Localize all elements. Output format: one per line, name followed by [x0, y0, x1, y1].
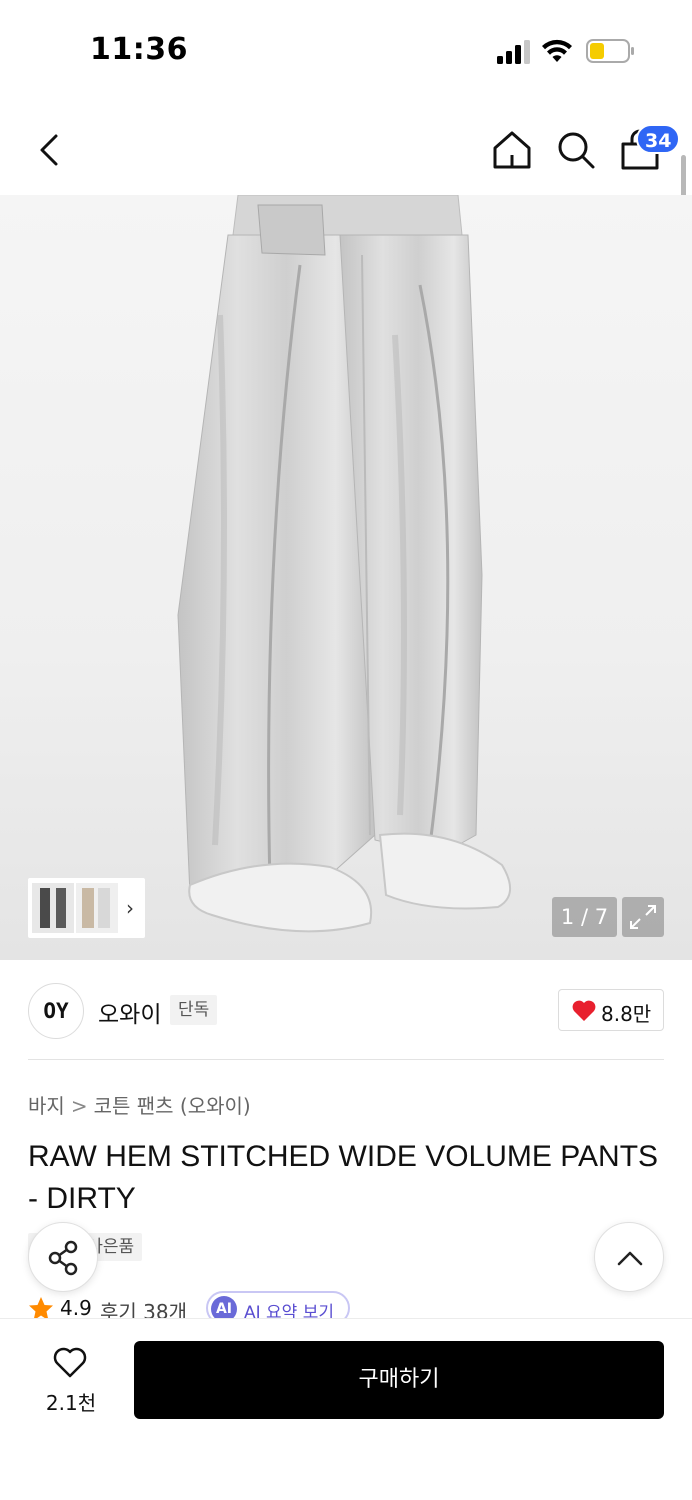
brand-like-count: 8.8만 [601, 1002, 652, 1026]
brand-name[interactable]: 오와이 [98, 995, 161, 1029]
breadcrumb-separator: > [70, 1094, 88, 1118]
expand-icon [630, 905, 656, 929]
buy-button[interactable]: 구매하기 [134, 1341, 664, 1419]
chevron-up-icon [617, 1251, 643, 1266]
thumbnail-next-arrow[interactable]: › [126, 896, 134, 920]
status-bar: 11:36 [0, 0, 692, 100]
breadcrumb: 바지 > 코튼 팬츠 (오와이) [28, 1090, 251, 1119]
cart-count-badge: 34 [636, 124, 681, 154]
share-button[interactable] [28, 1222, 98, 1292]
wifi-icon [542, 39, 572, 62]
home-icon[interactable] [490, 128, 534, 172]
bottom-action-bar: 2.1천 구매하기 [0, 1318, 692, 1500]
brand-row: OY 오와이 단독 8.8만 [28, 983, 664, 1039]
product-title: RAW HEM STITCHED WIDE VOLUME PANTS - DIR… [28, 1140, 659, 1215]
thumbnail-image[interactable] [32, 883, 74, 933]
brand-logo[interactable]: OY [28, 983, 84, 1039]
cellular-signal-icon [497, 40, 530, 64]
top-nav-bar [0, 110, 692, 190]
search-icon[interactable] [554, 128, 598, 172]
battery-icon [586, 39, 634, 63]
breadcrumb-subcategory[interactable]: 코튼 팬츠 (오와이) [94, 1094, 251, 1118]
image-counter: 1 / 7 [552, 897, 617, 937]
wishlist-count: 2.1천 [45, 1391, 97, 1415]
brand-like-button[interactable]: 8.8만 [558, 989, 664, 1031]
scroll-to-top-button[interactable] [594, 1222, 664, 1292]
wishlist-button[interactable]: 2.1천 [36, 1345, 106, 1415]
exclusive-tag: 단독 [170, 995, 218, 1025]
heart-outline-icon [53, 1347, 87, 1378]
expand-button[interactable] [622, 897, 664, 937]
rating-value: 4.9 [60, 1296, 92, 1320]
product-image-gallery[interactable]: › 1 / 7 [0, 195, 692, 960]
share-icon [48, 1240, 78, 1276]
thumbnail-strip[interactable]: › [28, 878, 145, 938]
product-image [177, 195, 511, 933]
breadcrumb-category[interactable]: 바지 [28, 1094, 65, 1118]
divider [28, 1059, 664, 1060]
back-icon[interactable] [30, 128, 70, 172]
thumbnail-image[interactable] [76, 883, 118, 933]
heart-icon [572, 1000, 596, 1021]
status-time: 11:36 [90, 32, 188, 67]
